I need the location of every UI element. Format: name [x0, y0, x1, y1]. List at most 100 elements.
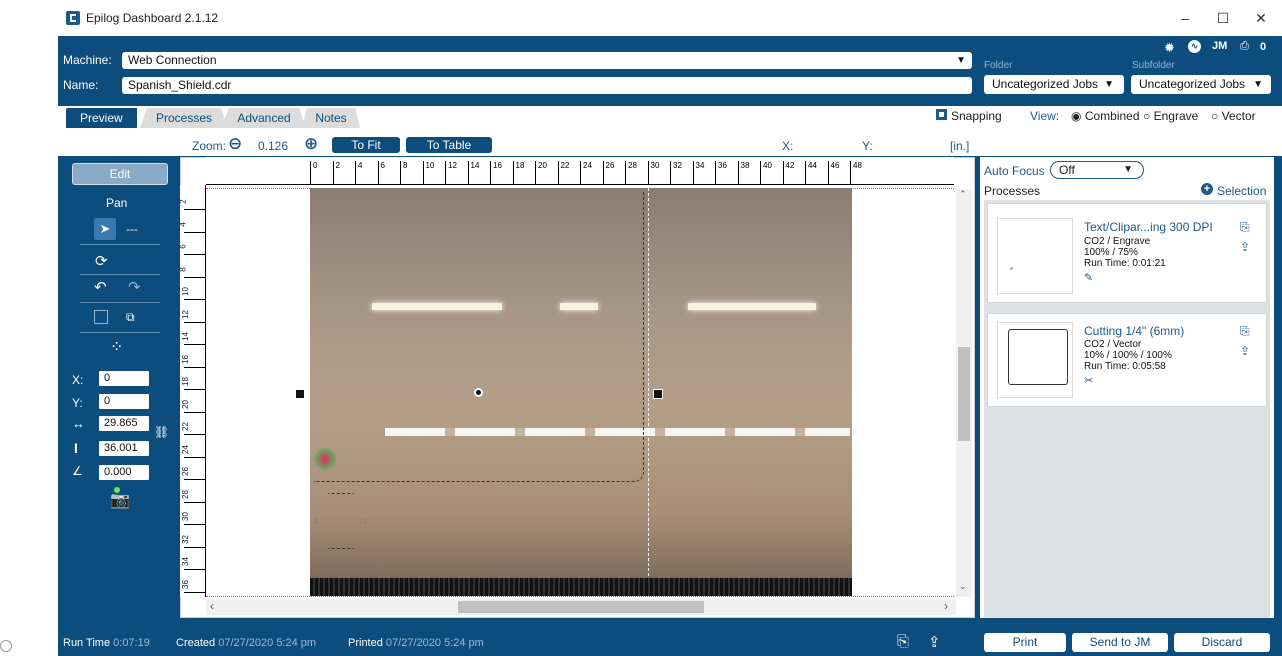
- ungroup-icon[interactable]: ⧉: [126, 310, 135, 325]
- selection-button[interactable]: Selection: [1217, 184, 1266, 198]
- ruler-tick: [400, 161, 401, 185]
- camera-icon[interactable]: 📷: [110, 490, 130, 510]
- selection-handle[interactable]: [295, 389, 305, 399]
- edit-button[interactable]: Edit: [72, 163, 168, 185]
- discard-button[interactable]: Discard: [1174, 633, 1270, 652]
- chevron-left-icon[interactable]: ‹: [210, 599, 214, 613]
- to-fit-button[interactable]: To Fit: [332, 137, 400, 153]
- dashes-tool[interactable]: ---: [126, 222, 138, 236]
- undo-icon[interactable]: ↶: [94, 278, 107, 296]
- camera-bed-image[interactable]: [310, 188, 852, 596]
- window-title: Epilog Dashboard 2.1.12: [86, 11, 219, 25]
- created-value: 07/27/2020 5:24 pm: [218, 637, 317, 649]
- rotate-icon[interactable]: ⟳: [95, 252, 108, 270]
- angle-icon: ∠: [72, 464, 83, 478]
- chevron-right-icon[interactable]: ›: [944, 599, 948, 613]
- export-icon[interactable]: ⇪: [1240, 344, 1250, 358]
- ruler-label: 36: [180, 579, 190, 589]
- tab-notes[interactable]: Notes: [302, 108, 360, 128]
- chevron-down-icon: ▼: [956, 55, 966, 66]
- width-input[interactable]: 29.865: [98, 415, 150, 432]
- created-status: Created 07/27/2020 5:24 pm: [176, 637, 316, 649]
- horizontal-scrollbar-thumb[interactable]: [458, 601, 704, 613]
- import-icon[interactable]: ⎘: [1240, 220, 1250, 235]
- snapping-label: Snapping: [951, 109, 1002, 123]
- user-initials[interactable]: JM: [1212, 40, 1227, 52]
- tab-preview[interactable]: Preview: [66, 108, 137, 128]
- machine-select[interactable]: Web Connection ▼: [122, 52, 972, 69]
- vertical-scrollbar[interactable]: ⌃ ⌄: [956, 189, 972, 597]
- subfolder-select[interactable]: Uncategorized Jobs ▼: [1131, 75, 1271, 94]
- pan-button[interactable]: Pan: [106, 196, 127, 210]
- name-input[interactable]: Spanish_Shield.cdr: [122, 77, 972, 94]
- ruler-tick: [782, 161, 784, 185]
- ruler-label: 18: [180, 377, 190, 386]
- ruler-label: 10: [425, 161, 435, 170]
- close-button[interactable]: ✕: [1246, 8, 1276, 28]
- ruler-tick: [625, 161, 626, 185]
- ruler-label: 14: [470, 161, 480, 170]
- ruler-label: 4: [358, 161, 363, 170]
- chevron-down-icon[interactable]: ⌄: [959, 581, 967, 592]
- folder-select[interactable]: Uncategorized Jobs ▼: [984, 75, 1124, 94]
- ruler-label: 28: [628, 161, 637, 170]
- view-label: View:: [1030, 109, 1060, 123]
- tool-divider: [80, 244, 160, 245]
- ruler-label: 2: [335, 161, 340, 170]
- view-option-engrave[interactable]: ○ Engrave: [1143, 109, 1198, 123]
- printed-value: 07/27/2020 5:24 pm: [385, 637, 484, 649]
- angle-input[interactable]: 0.000: [98, 464, 150, 481]
- zoom-in-icon[interactable]: ⊕: [304, 134, 318, 154]
- snapping-checkbox[interactable]: [936, 109, 947, 120]
- export-folder-icon[interactable]: ⇪: [928, 633, 941, 651]
- chevron-up-icon[interactable]: ⌃: [959, 189, 967, 200]
- maximize-button[interactable]: ☐: [1208, 8, 1238, 28]
- vertical-scrollbar-thumb[interactable]: [958, 347, 970, 441]
- view-option-combined[interactable]: ◉ Combined: [1071, 109, 1140, 123]
- y-input[interactable]: 0: [98, 393, 150, 410]
- grid-icon[interactable]: ⁘: [110, 337, 123, 357]
- auto-focus-value: Off: [1059, 163, 1075, 177]
- settings-gear-icon[interactable]: ✹: [1164, 40, 1175, 56]
- tool-divider: [80, 274, 160, 275]
- process-card[interactable]: Cutting 1/4" (6mm) CO2 / Vector 10% / 10…: [987, 313, 1267, 407]
- link-aspect-icon[interactable]: ⛓: [154, 425, 169, 439]
- group-icon[interactable]: [94, 310, 108, 324]
- send-to-jm-button[interactable]: Send to JM: [1072, 633, 1168, 652]
- ruler-tick: [535, 161, 536, 185]
- print-count: 0: [1260, 41, 1267, 53]
- view-option-vector[interactable]: ○ Vector: [1211, 109, 1256, 123]
- light-reflection: [688, 303, 816, 310]
- to-table-button[interactable]: To Table: [406, 137, 492, 153]
- process-card[interactable]: Text/Clipar...ing 300 DPI CO2 / Engrave …: [987, 203, 1267, 303]
- add-selection-icon[interactable]: +: [1201, 183, 1213, 195]
- redo-icon[interactable]: ↷: [128, 278, 141, 296]
- export-icon[interactable]: ⇪: [1240, 240, 1250, 254]
- selection-handle[interactable]: [653, 389, 663, 399]
- minimize-button[interactable]: –: [1170, 8, 1200, 28]
- printer-icon[interactable]: ⎙: [1240, 40, 1249, 53]
- ruler-label: 30: [650, 161, 660, 170]
- app-logo-icon: [66, 11, 80, 25]
- pointer-tool-icon[interactable]: ➤: [94, 218, 116, 240]
- import-icon[interactable]: ⎘: [1240, 324, 1250, 339]
- ruler-label: 22: [560, 161, 570, 170]
- height-input[interactable]: 36.001: [98, 440, 150, 457]
- tab-processes[interactable]: Processes: [140, 108, 228, 128]
- ruler-label: 32: [180, 534, 190, 544]
- import-folder-icon[interactable]: ⎘: [897, 633, 909, 650]
- ruler-tick: [760, 161, 761, 185]
- folder-label: Folder: [984, 60, 1013, 71]
- x-input[interactable]: 0: [98, 370, 150, 387]
- processes-heading: Processes: [984, 184, 1041, 198]
- activity-icon[interactable]: ∿: [1188, 40, 1201, 53]
- print-button[interactable]: Print: [984, 633, 1066, 652]
- zoom-out-icon[interactable]: ⊖: [228, 134, 242, 154]
- view-option-label: Combined: [1084, 109, 1140, 123]
- name-label: Name:: [63, 78, 99, 92]
- horizontal-scrollbar[interactable]: ‹ ›: [206, 599, 956, 615]
- tab-advanced[interactable]: Advanced: [222, 108, 306, 128]
- ruler-tick: [602, 161, 604, 185]
- ruler-label: 26: [605, 161, 615, 170]
- auto-focus-select[interactable]: Off ▼: [1050, 161, 1144, 179]
